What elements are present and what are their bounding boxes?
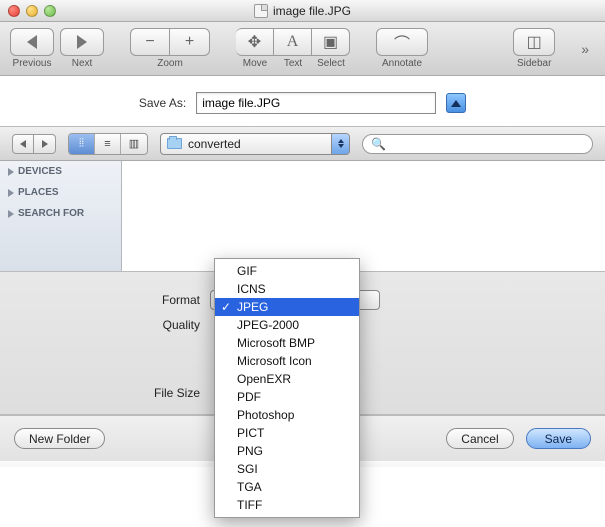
format-option-tiff[interactable]: TIFF <box>215 496 359 514</box>
format-option-pdf[interactable]: PDF <box>215 388 359 406</box>
window-title: image file.JPG <box>273 4 351 18</box>
sidebar-toggle-button[interactable]: ◫ <box>513 28 555 56</box>
save-as-input[interactable] <box>196 92 436 114</box>
folder-name: converted <box>188 137 241 151</box>
move-label: Move <box>243 58 267 69</box>
zoom-out-button[interactable]: − <box>130 28 170 56</box>
triangle-up-icon <box>451 100 461 107</box>
cancel-button[interactable]: Cancel <box>446 428 513 449</box>
nav-forward-button[interactable] <box>34 134 56 154</box>
zoom-in-button[interactable]: + <box>170 28 210 56</box>
move-tool-button[interactable]: ✥ <box>236 28 274 56</box>
format-option-jpeg-2000[interactable]: JPEG-2000 <box>215 316 359 334</box>
plus-icon: + <box>185 33 194 51</box>
list-view-icon: ≡ <box>104 138 110 150</box>
disclosure-toggle[interactable] <box>446 93 466 113</box>
save-as-row: Save As: <box>0 76 605 127</box>
disclosure-triangle-icon <box>8 189 14 197</box>
format-option-microsoft-icon[interactable]: Microsoft Icon <box>215 352 359 370</box>
zoom-label: Zoom <box>157 58 183 69</box>
overflow-chevron-icon[interactable]: » <box>581 41 595 57</box>
folder-popup[interactable]: converted <box>160 133 350 155</box>
column-view-icon: ▥ <box>129 137 139 150</box>
search-input[interactable] <box>391 138 584 150</box>
nav-back-button[interactable] <box>12 134 34 154</box>
column-view-button[interactable]: ▥ <box>121 134 147 154</box>
annotate-button[interactable]: ⌒ <box>376 28 428 56</box>
select-label: Select <box>317 58 345 69</box>
format-option-icns[interactable]: ICNS <box>215 280 359 298</box>
arrow-left-icon <box>27 35 37 49</box>
minus-icon: − <box>145 33 154 51</box>
icon-view-button[interactable]: ⦙⦙ <box>69 134 95 154</box>
arrow-right-icon <box>77 35 87 49</box>
annotate-label: Annotate <box>382 58 422 69</box>
save-button[interactable]: Save <box>526 428 591 449</box>
format-option-gif[interactable]: GIF <box>215 262 359 280</box>
format-option-tga[interactable]: TGA <box>215 478 359 496</box>
disclosure-triangle-icon <box>8 210 14 218</box>
view-mode-segment: ⦙⦙ ≡ ▥ <box>68 133 148 155</box>
format-option-sgi[interactable]: SGI <box>215 460 359 478</box>
text-label: Text <box>284 58 302 69</box>
text-tool-button[interactable]: A <box>274 28 312 56</box>
triangle-right-icon <box>42 140 48 148</box>
format-option-pict[interactable]: PICT <box>215 424 359 442</box>
new-folder-button[interactable]: New Folder <box>14 428 105 449</box>
annotate-icon: ⌒ <box>394 30 410 54</box>
select-tool-button[interactable]: ▣ <box>312 28 350 56</box>
browser-content-area[interactable] <box>122 161 605 271</box>
save-as-label: Save As: <box>139 96 186 110</box>
format-label: Format <box>0 293 200 307</box>
format-option-openexr[interactable]: OpenEXR <box>215 370 359 388</box>
text-icon: A <box>287 33 299 51</box>
format-dropdown-menu: GIFICNSJPEGJPEG-2000Microsoft BMPMicroso… <box>214 258 360 518</box>
disclosure-triangle-icon <box>8 168 14 176</box>
file-browser-toolbar: ⦙⦙ ≡ ▥ converted 🔍 <box>0 127 605 161</box>
browser-sidebar: DEVICES PLACES SEARCH FOR <box>0 161 122 271</box>
filesize-label: File Size <box>0 386 200 400</box>
format-option-microsoft-bmp[interactable]: Microsoft BMP <box>215 334 359 352</box>
folder-icon <box>167 138 182 149</box>
window-titlebar: image file.JPG <box>0 0 605 22</box>
sidebar-icon: ◫ <box>527 32 542 52</box>
format-option-jpeg[interactable]: JPEG <box>215 298 359 316</box>
search-icon: 🔍 <box>371 137 386 151</box>
file-browser-body: DEVICES PLACES SEARCH FOR <box>0 161 605 271</box>
file-icon <box>254 4 268 18</box>
sidebar-places[interactable]: PLACES <box>0 182 121 203</box>
sidebar-search-for[interactable]: SEARCH FOR <box>0 203 121 224</box>
format-option-png[interactable]: PNG <box>215 442 359 460</box>
move-icon: ✥ <box>248 32 261 52</box>
quality-label: Quality <box>0 318 200 332</box>
select-icon: ▣ <box>323 32 338 52</box>
triangle-left-icon <box>20 140 26 148</box>
list-view-button[interactable]: ≡ <box>95 134 121 154</box>
next-label: Next <box>72 58 93 69</box>
previous-button[interactable] <box>10 28 54 56</box>
next-button[interactable] <box>60 28 104 56</box>
icon-view-icon: ⦙⦙ <box>79 137 84 150</box>
sidebar-label: Sidebar <box>517 58 551 69</box>
previous-label: Previous <box>13 58 52 69</box>
format-option-photoshop[interactable]: Photoshop <box>215 406 359 424</box>
sidebar-devices[interactable]: DEVICES <box>0 161 121 182</box>
app-toolbar: Previous Next − + Zoom ✥ Move A Text <box>0 22 605 76</box>
search-field[interactable]: 🔍 <box>362 134 593 154</box>
